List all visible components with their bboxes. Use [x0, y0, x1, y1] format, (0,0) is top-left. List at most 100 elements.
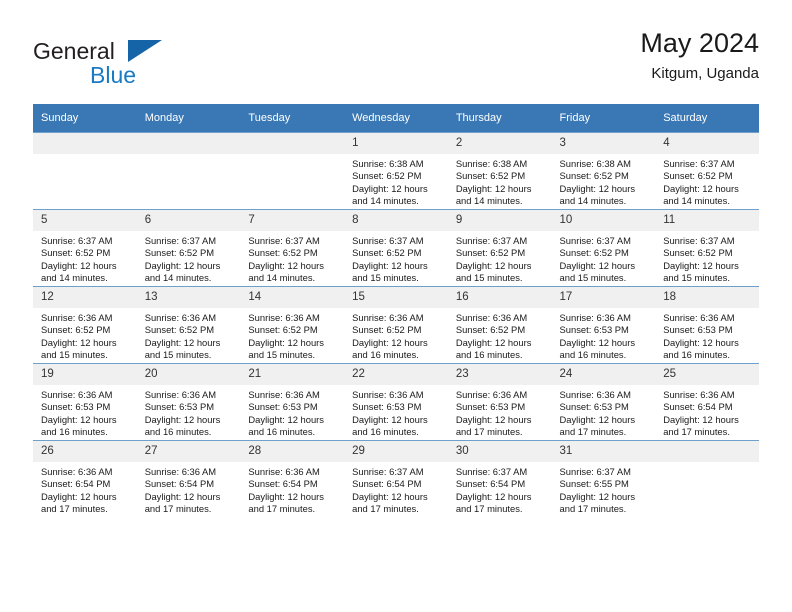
calendar-day-cell[interactable]: 19 Sunrise: 6:36 AM Sunset: 6:53 PM Dayligh… [33, 363, 137, 441]
calendar-day-cell[interactable]: 20 Sunrise: 6:36 AM Sunset: 6:53 PM Dayligh… [136, 363, 241, 441]
day-sun-info: Sunrise: 6:36 AM Sunset: 6:53 PM Daylight:… [552, 385, 656, 439]
day-sun-info: Sunrise: 6:37 AM Sunset: 6:54 PM Daylight:… [344, 462, 448, 516]
calendar-day-cell[interactable]: 5 Sunrise: 6:37 AM Sunset: 6:52 PM Daylight… [33, 209, 137, 287]
calendar-day-cell[interactable]: 16 Sunrise: 6:36 AM Sunset: 6:52 PM Dayligh… [447, 286, 552, 364]
day-number: 23 [447, 364, 552, 385]
calendar-day-cell[interactable]: 26 Sunrise: 6:36 AM Sunset: 6:54 PM Dayligh… [33, 440, 137, 517]
sunrise-text: Sunrise: 6:38 AM [455, 158, 528, 169]
day-number [33, 133, 137, 154]
calendar-day-cell[interactable]: 24 Sunrise: 6:36 AM Sunset: 6:53 PM Dayligh… [551, 363, 656, 441]
daylight-text-line2: and 15 minutes. [41, 349, 108, 361]
calendar-day-cell[interactable]: 15 Sunrise: 6:36 AM Sunset: 6:52 PM Dayligh… [344, 286, 448, 364]
sunset-text: Sunset: 6:52 PM [663, 170, 733, 182]
sunset-text: Sunset: 6:54 PM [455, 478, 526, 490]
calendar-day-cell[interactable]: 6 Sunrise: 6:37 AM Sunset: 6:52 PM Daylight… [136, 209, 241, 287]
page-title: May 2024 [640, 28, 759, 58]
day-number: 15 [344, 287, 448, 308]
calendar-day-cell[interactable]: 1 Sunrise: 6:38 AM Sunset: 6:52 PM Daylight… [344, 132, 448, 210]
day-sun-info: Sunrise: 6:36 AM Sunset: 6:54 PM Daylight:… [240, 462, 344, 516]
sunrise-text: Sunrise: 6:37 AM [663, 158, 735, 169]
calendar-day-cell[interactable]: 30 Sunrise: 6:37 AM Sunset: 6:54 PM Dayligh… [447, 440, 552, 517]
day-number: 17 [551, 287, 656, 308]
sunset-text: Sunset: 6:52 PM [455, 247, 526, 259]
daylight-text-line2: and 16 minutes. [41, 426, 108, 438]
daylight-text-line2: and 14 minutes. [248, 272, 316, 284]
calendar-day-cell[interactable]: 21 Sunrise: 6:36 AM Sunset: 6:53 PM Dayligh… [240, 363, 345, 441]
sunset-text: Sunset: 6:52 PM [352, 247, 422, 259]
day-number: 29 [344, 441, 448, 462]
sunset-text: Sunset: 6:54 PM [663, 401, 733, 413]
logo-text-blue: Blue [90, 62, 137, 88]
sunset-text: Sunset: 6:53 PM [559, 401, 629, 413]
day-number: 14 [240, 287, 345, 308]
day-number: 12 [33, 287, 137, 308]
sunset-text: Sunset: 6:53 PM [455, 401, 526, 413]
day-sun-info: Sunrise: 6:37 AM Sunset: 6:52 PM Daylight:… [448, 231, 552, 285]
daylight-text-line1: Daylight: 12 hours [352, 182, 428, 194]
calendar-day-cell[interactable]: 23 Sunrise: 6:36 AM Sunset: 6:53 PM Dayligh… [447, 363, 552, 441]
day-sun-info: Sunrise: 6:36 AM Sunset: 6:54 PM Daylight:… [137, 462, 241, 516]
calendar-day-cell[interactable]: 28 Sunrise: 6:36 AM Sunset: 6:54 PM Dayligh… [240, 440, 345, 517]
calendar-day-cell[interactable]: 27 Sunrise: 6:36 AM Sunset: 6:54 PM Dayligh… [136, 440, 241, 517]
daylight-text-line2: and 16 minutes. [352, 426, 419, 438]
calendar-day-cell[interactable]: 25 Sunrise: 6:36 AM Sunset: 6:54 PM Dayligh… [655, 363, 759, 441]
daylight-text-line2: and 14 minutes. [559, 195, 627, 207]
day-number: 20 [136, 364, 241, 385]
daylight-text-line1: Daylight: 12 hours [559, 259, 636, 271]
calendar-day-cell[interactable]: 22 Sunrise: 6:36 AM Sunset: 6:53 PM Dayligh… [344, 363, 448, 441]
daylight-text-line1: Daylight: 12 hours [559, 490, 636, 502]
day-sun-info: Sunrise: 6:36 AM Sunset: 6:52 PM Daylight:… [240, 308, 344, 362]
daylight-text-line1: Daylight: 12 hours [559, 336, 636, 348]
calendar-day-cell[interactable]: 29 Sunrise: 6:37 AM Sunset: 6:54 PM Dayligh… [344, 440, 448, 517]
title-block: May 2024 Kitgum, Uganda [640, 26, 759, 85]
day-sun-info: Sunrise: 6:36 AM Sunset: 6:52 PM Daylight:… [33, 308, 137, 362]
sunrise-text: Sunrise: 6:36 AM [41, 389, 113, 400]
daylight-text-line2: and 14 minutes. [455, 195, 523, 207]
calendar-day-cell[interactable]: 3 Sunrise: 6:38 AM Sunset: 6:52 PM Daylight… [551, 132, 656, 210]
calendar-day-cell[interactable]: 17 Sunrise: 6:36 AM Sunset: 6:53 PM Dayligh… [551, 286, 656, 364]
calendar-week-row: 1 Sunrise: 6:38 AM Sunset: 6:52 PM Daylight… [33, 132, 759, 210]
calendar-page: General Blue May 2024 Kitgum, Uganda Sun… [0, 0, 792, 612]
calendar-day-cell[interactable]: 2 Sunrise: 6:38 AM Sunset: 6:52 PM Daylight… [447, 132, 552, 210]
logo-text-general: General [33, 38, 115, 64]
calendar-day-cell[interactable]: 10 Sunrise: 6:37 AM Sunset: 6:52 PM Dayligh… [551, 209, 656, 287]
day-number: 25 [655, 364, 759, 385]
sunrise-text: Sunrise: 6:36 AM [144, 389, 217, 400]
calendar-day-cell[interactable]: 31 Sunrise: 6:37 AM Sunset: 6:55 PM Dayligh… [551, 440, 656, 517]
sunset-text: Sunset: 6:52 PM [144, 247, 215, 259]
calendar-day-cell[interactable]: 8 Sunrise: 6:37 AM Sunset: 6:52 PM Daylight… [344, 209, 448, 287]
calendar-day-cell[interactable]: 14 Sunrise: 6:36 AM Sunset: 6:52 PM Dayligh… [240, 286, 345, 364]
sunrise-text: Sunrise: 6:37 AM [559, 235, 631, 246]
day-number [136, 133, 241, 154]
daylight-text-line1: Daylight: 12 hours [41, 413, 117, 425]
day-sun-info: Sunrise: 6:36 AM Sunset: 6:53 PM Daylight:… [240, 385, 344, 439]
sunrise-text: Sunrise: 6:36 AM [248, 389, 320, 400]
daylight-text-line1: Daylight: 12 hours [455, 336, 532, 348]
calendar-week-row: 19 Sunrise: 6:36 AM Sunset: 6:53 PM Dayligh… [33, 363, 759, 441]
daylight-text-line1: Daylight: 12 hours [352, 413, 428, 425]
day-sun-info: Sunrise: 6:36 AM Sunset: 6:53 PM Daylight:… [33, 385, 137, 439]
daylight-text-line1: Daylight: 12 hours [248, 490, 324, 502]
calendar-day-cell[interactable]: 13 Sunrise: 6:36 AM Sunset: 6:52 PM Dayligh… [136, 286, 241, 364]
calendar-day-cell[interactable]: 18 Sunrise: 6:36 AM Sunset: 6:53 PM Dayligh… [655, 286, 759, 364]
calendar-week-row: 26 Sunrise: 6:36 AM Sunset: 6:54 PM Dayligh… [33, 440, 759, 517]
day-sun-info: Sunrise: 6:37 AM Sunset: 6:52 PM Daylight:… [137, 231, 241, 285]
day-number: 13 [136, 287, 241, 308]
daylight-text-line2: and 14 minutes. [41, 272, 108, 284]
general-blue-logo[interactable]: General Blue [33, 26, 293, 88]
sunrise-text: Sunrise: 6:36 AM [144, 312, 217, 323]
calendar-day-cell[interactable]: 7 Sunrise: 6:37 AM Sunset: 6:52 PM Daylight… [240, 209, 345, 287]
sunrise-text: Sunrise: 6:36 AM [663, 312, 735, 323]
daylight-text-line2: and 16 minutes. [352, 349, 419, 361]
day-number: 10 [551, 210, 656, 231]
day-sun-info: Sunrise: 6:36 AM Sunset: 6:52 PM Daylight:… [344, 308, 448, 362]
sunrise-text: Sunrise: 6:36 AM [41, 466, 113, 477]
daylight-text-line1: Daylight: 12 hours [352, 259, 428, 271]
calendar-day-cell[interactable]: 4 Sunrise: 6:37 AM Sunset: 6:52 PM Daylight… [655, 132, 759, 210]
calendar-day-cell[interactable]: 12 Sunrise: 6:36 AM Sunset: 6:52 PM Dayligh… [33, 286, 137, 364]
daylight-text-line1: Daylight: 12 hours [455, 490, 532, 502]
calendar-day-cell[interactable]: 9 Sunrise: 6:37 AM Sunset: 6:52 PM Daylight… [447, 209, 552, 287]
calendar-day-cell[interactable]: 11 Sunrise: 6:37 AM Sunset: 6:52 PM Dayligh… [655, 209, 759, 287]
daylight-text-line2: and 17 minutes. [144, 503, 212, 515]
sunrise-text: Sunrise: 6:37 AM [455, 235, 528, 246]
